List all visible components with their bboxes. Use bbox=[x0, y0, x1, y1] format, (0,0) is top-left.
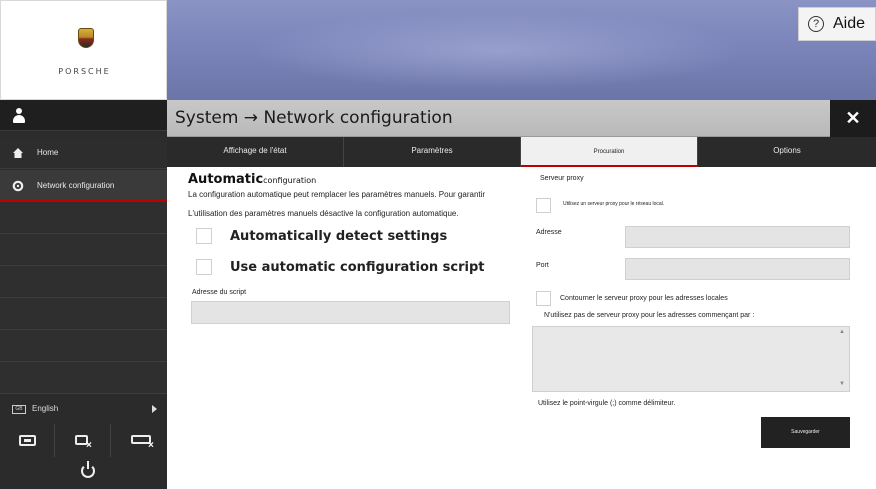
page-title: System → Network configuration bbox=[175, 108, 453, 128]
porsche-crest-icon bbox=[78, 28, 94, 48]
battery-icon bbox=[19, 435, 36, 446]
battery-button[interactable] bbox=[0, 424, 55, 457]
charger-disconnect-button[interactable]: × bbox=[112, 424, 167, 457]
user-row[interactable] bbox=[0, 100, 167, 131]
language-label: English bbox=[32, 404, 59, 413]
tab-options[interactable]: Options bbox=[698, 137, 876, 167]
tab-parametres[interactable]: Paramètres bbox=[344, 137, 521, 167]
sidebar-empty-slot bbox=[0, 330, 167, 362]
proxy-address-field[interactable] bbox=[625, 226, 850, 248]
sidebar-empty-slot bbox=[0, 298, 167, 330]
header-banner bbox=[167, 0, 876, 100]
bypass-local-checkbox[interactable] bbox=[536, 291, 551, 306]
auto-config-description: La configuration automatique peut rempla… bbox=[188, 190, 486, 199]
language-flag-icon: GB bbox=[12, 405, 26, 414]
sidebar-empty-slot bbox=[0, 362, 167, 394]
device-button-row: × × bbox=[0, 424, 167, 457]
script-address-label: Adresse du script bbox=[192, 289, 247, 296]
tab-affichage-etat[interactable]: Affichage de l'état bbox=[167, 137, 344, 167]
power-icon[interactable] bbox=[81, 461, 95, 478]
question-circle-icon: ? bbox=[808, 16, 824, 32]
disconnect-button[interactable]: × bbox=[56, 424, 111, 457]
sidebar-item-label: Home bbox=[37, 148, 59, 157]
delimiter-hint: Utilisez le point-virgule (;) comme déli… bbox=[538, 400, 676, 407]
chevron-right-icon bbox=[152, 405, 157, 413]
auto-config-heading: Automaticconfiguration bbox=[188, 172, 317, 187]
exceptions-label: N'utilisez pas de serveur proxy pour les… bbox=[544, 312, 755, 319]
close-button[interactable]: ✕ bbox=[830, 100, 876, 137]
use-proxy-label: Utilisez un serveur proxy pour le réseau… bbox=[563, 201, 665, 207]
auto-detect-label: Automatically detect settings bbox=[230, 229, 448, 244]
proxy-settings-panel: Automaticconfiguration La configuration … bbox=[167, 167, 876, 489]
proxy-port-field[interactable] bbox=[625, 258, 850, 280]
auto-script-label: Use automatic configuration script bbox=[230, 260, 485, 275]
sidebar-item-network-configuration[interactable]: Network configuration bbox=[0, 170, 167, 202]
brand-logo-text: PORSCHE bbox=[58, 67, 111, 76]
help-button[interactable]: ? Aide bbox=[798, 7, 876, 41]
language-selector[interactable]: GB English bbox=[0, 395, 167, 423]
close-icon: ✕ bbox=[845, 108, 861, 128]
sidebar-empty-slot bbox=[0, 234, 167, 266]
auto-config-note: L'utilisation des paramètres manuels dés… bbox=[188, 209, 459, 218]
use-proxy-checkbox[interactable] bbox=[536, 198, 551, 213]
scroll-down-icon[interactable]: ▼ bbox=[839, 381, 873, 387]
sidebar-item-label: Network configuration bbox=[37, 181, 115, 190]
proxy-heading: Serveur proxy bbox=[540, 175, 584, 182]
home-icon bbox=[13, 148, 23, 158]
sidebar-empty-slot bbox=[0, 202, 167, 234]
bypass-local-label: Contourner le serveur proxy pour les adr… bbox=[560, 295, 728, 302]
close-icon: × bbox=[148, 440, 154, 451]
auto-script-checkbox[interactable] bbox=[196, 259, 212, 275]
help-label: Aide bbox=[833, 15, 866, 32]
brand-logo-area: PORSCHE bbox=[0, 0, 167, 100]
tab-procuration[interactable]: Procuration bbox=[521, 137, 698, 167]
exceptions-textarea[interactable] bbox=[532, 326, 850, 392]
sidebar-empty-slot bbox=[0, 266, 167, 298]
gear-icon bbox=[12, 180, 24, 192]
auto-detect-checkbox[interactable] bbox=[196, 228, 212, 244]
window-titlebar: System → Network configuration ✕ bbox=[167, 100, 876, 137]
save-button[interactable]: Sauvegarder bbox=[761, 417, 850, 448]
sidebar: PORSCHE Home Network configuration GB En… bbox=[0, 0, 167, 489]
close-icon: × bbox=[86, 440, 92, 451]
scroll-up-icon[interactable]: ▲ bbox=[839, 329, 873, 335]
tab-bar: Affichage de l'état Paramètres Procurati… bbox=[167, 137, 876, 167]
power-row bbox=[0, 457, 167, 489]
proxy-port-label: Port bbox=[536, 262, 549, 269]
app-root: PORSCHE Home Network configuration GB En… bbox=[0, 0, 876, 489]
user-icon[interactable] bbox=[12, 108, 26, 124]
script-address-field[interactable] bbox=[191, 301, 510, 324]
proxy-address-label: Adresse bbox=[536, 229, 562, 236]
sidebar-item-home[interactable]: Home bbox=[0, 137, 167, 169]
